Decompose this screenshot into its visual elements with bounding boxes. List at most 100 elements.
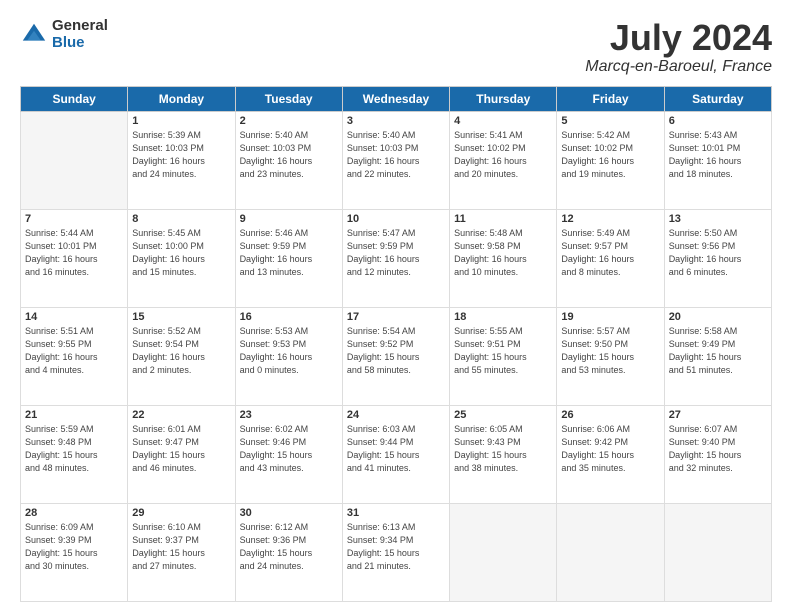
day-info: Sunrise: 5:46 AMSunset: 9:59 PMDaylight:…: [240, 227, 338, 279]
day-number: 26: [561, 409, 659, 421]
calendar-week-row: 1 Sunrise: 5:39 AMSunset: 10:03 PMDayligh…: [21, 111, 772, 209]
header: General Blue July 2024 Marcq-en-Baroeul,…: [20, 18, 772, 76]
table-row: 7 Sunrise: 5:44 AMSunset: 10:01 PMDayligh…: [21, 209, 128, 307]
table-row: 9Sunrise: 5:46 AMSunset: 9:59 PMDaylight…: [235, 209, 342, 307]
table-row: [557, 503, 664, 601]
day-number: 22: [132, 409, 230, 421]
col-sunday: Sunday: [21, 86, 128, 111]
day-info: Sunrise: 5:40 AMSunset: 10:03 PMDaylight…: [240, 129, 338, 181]
day-info: Sunrise: 5:54 AMSunset: 9:52 PMDaylight:…: [347, 325, 445, 377]
day-info: Sunrise: 6:05 AMSunset: 9:43 PMDaylight:…: [454, 423, 552, 475]
day-number: 16: [240, 311, 338, 323]
day-info: Sunrise: 5:59 AMSunset: 9:48 PMDaylight:…: [25, 423, 123, 475]
day-info: Sunrise: 5:52 AMSunset: 9:54 PMDaylight:…: [132, 325, 230, 377]
table-row: 30 Sunrise: 6:12 AMSunset: 9:36 PMDayligh…: [235, 503, 342, 601]
title-location: Marcq-en-Baroeul, France: [585, 58, 772, 76]
day-info: Sunrise: 5:45 AMSunset: 10:00 PMDaylight…: [132, 227, 230, 279]
table-row: 6Sunrise: 5:43 AMSunset: 10:01 PMDayligh…: [664, 111, 771, 209]
col-thursday: Thursday: [450, 86, 557, 111]
table-row: [450, 503, 557, 601]
table-row: 16 Sunrise: 5:53 AMSunset: 9:53 PMDayligh…: [235, 307, 342, 405]
day-number: 15: [132, 311, 230, 323]
day-info: Sunrise: 6:07 AMSunset: 9:40 PMDaylight:…: [669, 423, 767, 475]
day-info: Sunrise: 5:53 AMSunset: 9:53 PMDaylight:…: [240, 325, 338, 377]
table-row: 22 Sunrise: 6:01 AMSunset: 9:47 PMDayligh…: [128, 405, 235, 503]
table-row: 20 Sunrise: 5:58 AMSunset: 9:49 PMDayligh…: [664, 307, 771, 405]
table-row: 25Sunrise: 6:05 AMSunset: 9:43 PMDayligh…: [450, 405, 557, 503]
day-info: Sunrise: 5:47 AMSunset: 9:59 PMDaylight:…: [347, 227, 445, 279]
table-row: 17 Sunrise: 5:54 AMSunset: 9:52 PMDayligh…: [342, 307, 449, 405]
day-number: 4: [454, 115, 552, 127]
day-info: Sunrise: 6:03 AMSunset: 9:44 PMDaylight:…: [347, 423, 445, 475]
col-friday: Friday: [557, 86, 664, 111]
day-info: Sunrise: 5:44 AMSunset: 10:01 PMDaylight…: [25, 227, 123, 279]
day-number: 8: [132, 213, 230, 225]
col-saturday: Saturday: [664, 86, 771, 111]
day-info: Sunrise: 5:39 AMSunset: 10:03 PMDaylight…: [132, 129, 230, 181]
logo-blue-text: Blue: [52, 35, 108, 52]
table-row: 27 Sunrise: 6:07 AMSunset: 9:40 PMDayligh…: [664, 405, 771, 503]
day-info: Sunrise: 5:50 AMSunset: 9:56 PMDaylight:…: [669, 227, 767, 279]
day-number: 11: [454, 213, 552, 225]
logo-general-text: General: [52, 18, 108, 35]
title-block: July 2024 Marcq-en-Baroeul, France: [585, 18, 772, 76]
day-number: 30: [240, 507, 338, 519]
table-row: 29Sunrise: 6:10 AMSunset: 9:37 PMDayligh…: [128, 503, 235, 601]
table-row: 1 Sunrise: 5:39 AMSunset: 10:03 PMDayligh…: [128, 111, 235, 209]
table-row: 23 Sunrise: 6:02 AMSunset: 9:46 PMDayligh…: [235, 405, 342, 503]
day-info: Sunrise: 6:02 AMSunset: 9:46 PMDaylight:…: [240, 423, 338, 475]
table-row: [21, 111, 128, 209]
table-row: 5 Sunrise: 5:42 AMSunset: 10:02 PMDayligh…: [557, 111, 664, 209]
logo-icon: [20, 21, 48, 49]
table-row: 18Sunrise: 5:55 AMSunset: 9:51 PMDayligh…: [450, 307, 557, 405]
logo-text: General Blue: [52, 18, 108, 51]
day-info: Sunrise: 5:51 AMSunset: 9:55 PMDaylight:…: [25, 325, 123, 377]
table-row: 26 Sunrise: 6:06 AMSunset: 9:42 PMDayligh…: [557, 405, 664, 503]
table-row: 24 Sunrise: 6:03 AMSunset: 9:44 PMDayligh…: [342, 405, 449, 503]
col-monday: Monday: [128, 86, 235, 111]
day-number: 6: [669, 115, 767, 127]
day-number: 10: [347, 213, 445, 225]
table-row: 10 Sunrise: 5:47 AMSunset: 9:59 PMDayligh…: [342, 209, 449, 307]
table-row: 12 Sunrise: 5:49 AMSunset: 9:57 PMDayligh…: [557, 209, 664, 307]
day-info: Sunrise: 5:49 AMSunset: 9:57 PMDaylight:…: [561, 227, 659, 279]
day-number: 20: [669, 311, 767, 323]
col-tuesday: Tuesday: [235, 86, 342, 111]
day-number: 13: [669, 213, 767, 225]
day-info: Sunrise: 6:01 AMSunset: 9:47 PMDaylight:…: [132, 423, 230, 475]
table-row: [664, 503, 771, 601]
day-number: 27: [669, 409, 767, 421]
page: General Blue July 2024 Marcq-en-Baroeul,…: [0, 0, 792, 612]
table-row: 2 Sunrise: 5:40 AMSunset: 10:03 PMDayligh…: [235, 111, 342, 209]
day-info: Sunrise: 6:06 AMSunset: 9:42 PMDaylight:…: [561, 423, 659, 475]
calendar-week-row: 28Sunrise: 6:09 AMSunset: 9:39 PMDayligh…: [21, 503, 772, 601]
table-row: 11Sunrise: 5:48 AMSunset: 9:58 PMDayligh…: [450, 209, 557, 307]
calendar-table: Sunday Monday Tuesday Wednesday Thursday…: [20, 86, 772, 602]
table-row: 31Sunrise: 6:13 AMSunset: 9:34 PMDayligh…: [342, 503, 449, 601]
day-info: Sunrise: 5:40 AMSunset: 10:03 PMDaylight…: [347, 129, 445, 181]
day-info: Sunrise: 5:58 AMSunset: 9:49 PMDaylight:…: [669, 325, 767, 377]
day-number: 12: [561, 213, 659, 225]
day-number: 1: [132, 115, 230, 127]
calendar-week-row: 21Sunrise: 5:59 AMSunset: 9:48 PMDayligh…: [21, 405, 772, 503]
calendar-week-row: 14 Sunrise: 5:51 AMSunset: 9:55 PMDayligh…: [21, 307, 772, 405]
day-number: 7: [25, 213, 123, 225]
day-info: Sunrise: 5:55 AMSunset: 9:51 PMDaylight:…: [454, 325, 552, 377]
day-number: 5: [561, 115, 659, 127]
calendar-week-row: 7 Sunrise: 5:44 AMSunset: 10:01 PMDayligh…: [21, 209, 772, 307]
day-number: 3: [347, 115, 445, 127]
day-info: Sunrise: 5:41 AMSunset: 10:02 PMDaylight…: [454, 129, 552, 181]
day-info: Sunrise: 5:42 AMSunset: 10:02 PMDaylight…: [561, 129, 659, 181]
table-row: 21Sunrise: 5:59 AMSunset: 9:48 PMDayligh…: [21, 405, 128, 503]
day-number: 17: [347, 311, 445, 323]
day-number: 24: [347, 409, 445, 421]
col-wednesday: Wednesday: [342, 86, 449, 111]
day-number: 23: [240, 409, 338, 421]
table-row: 19Sunrise: 5:57 AMSunset: 9:50 PMDayligh…: [557, 307, 664, 405]
table-row: 8 Sunrise: 5:45 AMSunset: 10:00 PMDayligh…: [128, 209, 235, 307]
day-number: 14: [25, 311, 123, 323]
day-number: 2: [240, 115, 338, 127]
day-number: 28: [25, 507, 123, 519]
day-info: Sunrise: 6:12 AMSunset: 9:36 PMDaylight:…: [240, 521, 338, 573]
day-info: Sunrise: 6:13 AMSunset: 9:34 PMDaylight:…: [347, 521, 445, 573]
